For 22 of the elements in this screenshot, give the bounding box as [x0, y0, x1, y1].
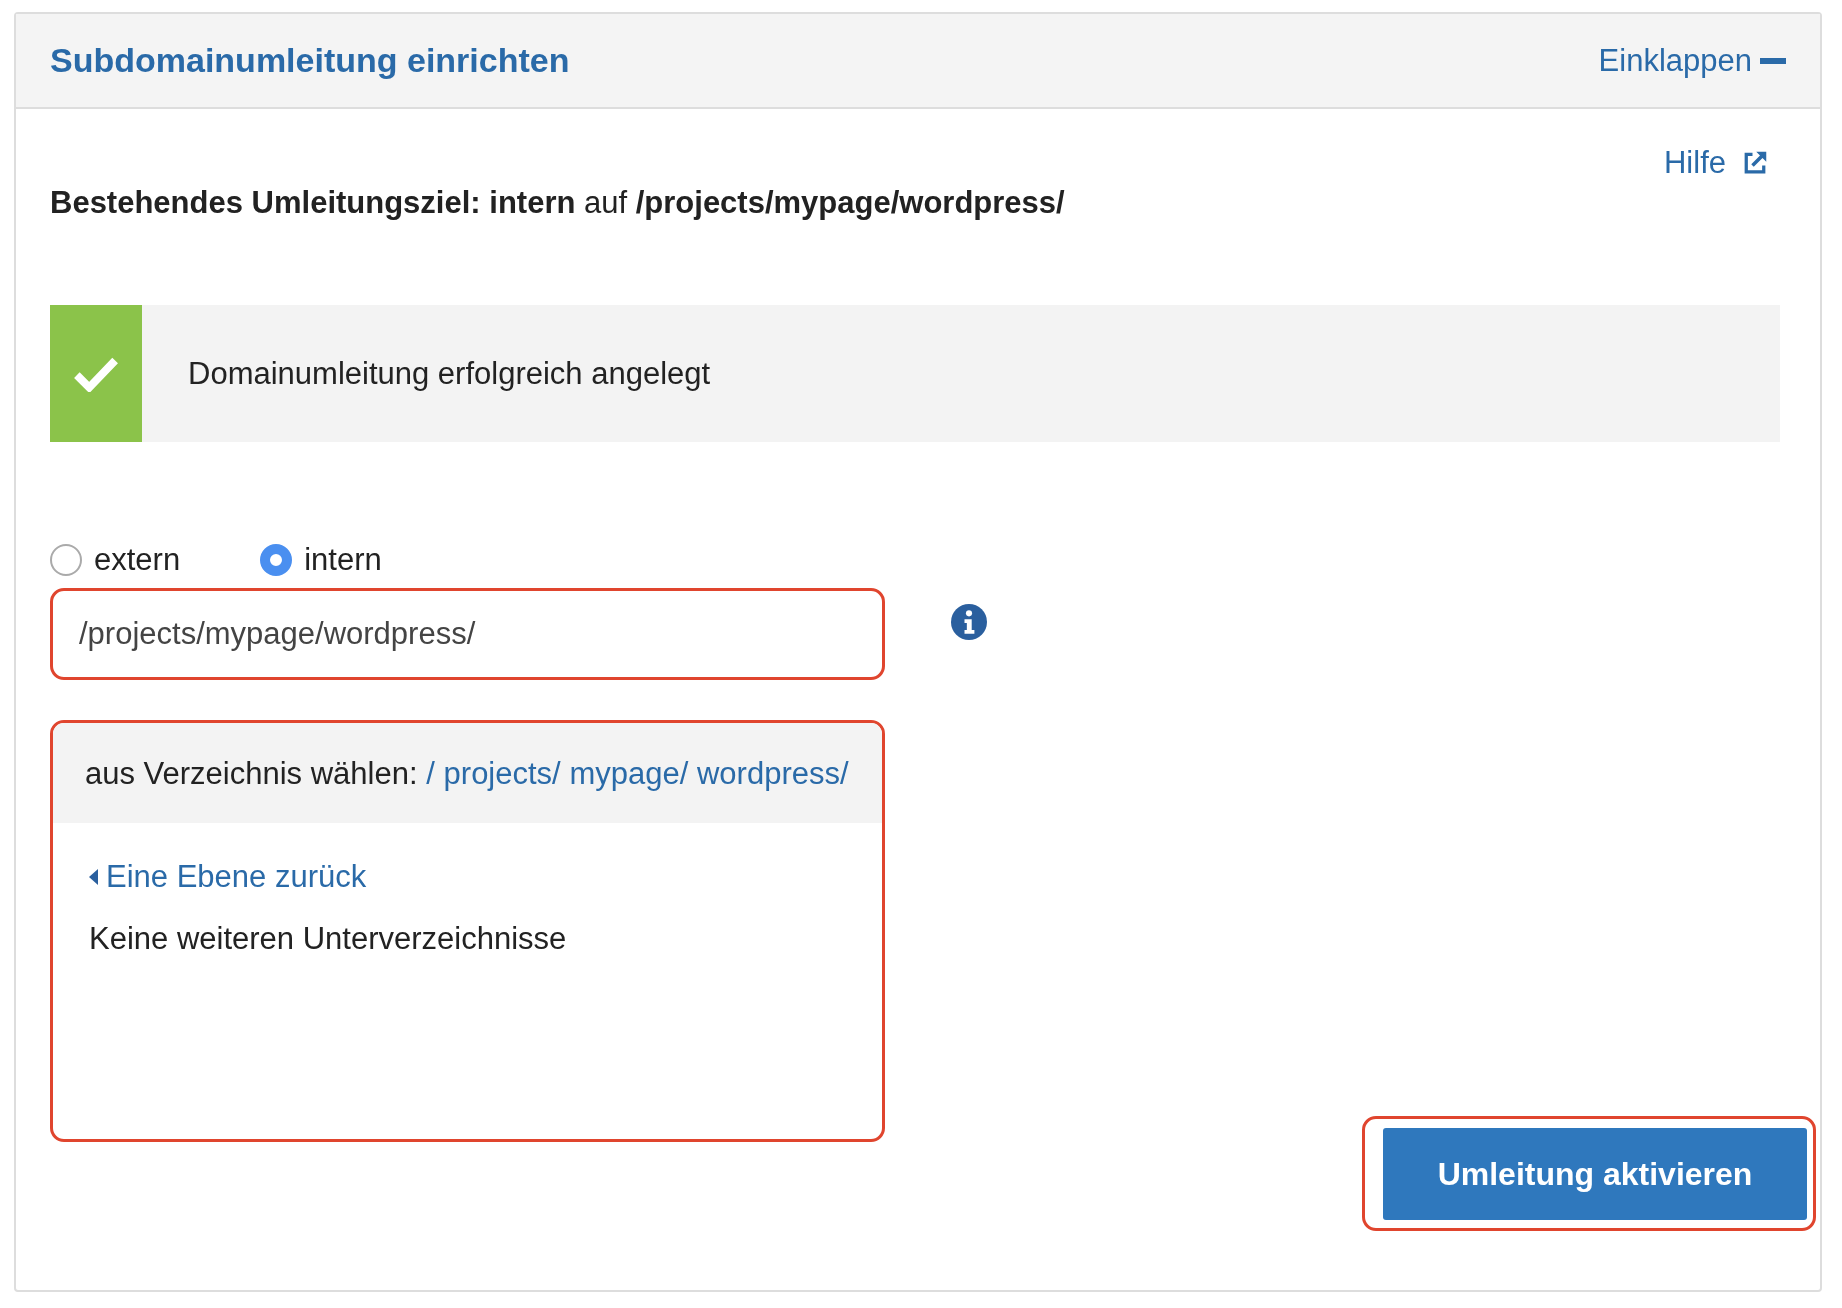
- path-input-field[interactable]: /projects/mypage/wordpress/: [50, 588, 885, 680]
- activate-button[interactable]: Umleitung aktivieren: [1383, 1128, 1807, 1220]
- empty-message: Keine weiteren Unterverzeichnisse: [89, 921, 568, 957]
- panel-title: Subdomainumleitung einrichten: [50, 41, 570, 80]
- minus-icon: [1760, 57, 1786, 64]
- collapse-link[interactable]: Einklappen: [1598, 42, 1786, 79]
- breadcrumb-link[interactable]: /: [426, 756, 435, 791]
- caret-icon: [89, 869, 98, 885]
- info-icon[interactable]: [951, 604, 987, 640]
- radio-option[interactable]: extern: [50, 542, 181, 578]
- alert-message: Domainumleitung erfolgreich angelegt: [188, 355, 711, 392]
- back-link[interactable]: Eine Ebene zurück: [89, 859, 846, 895]
- current-target-text: Bestehendes Umleitungsziel: intern auf /projects/mypage/wordpress/: [50, 185, 1066, 221]
- breadcrumb-link[interactable]: projects/: [443, 756, 561, 791]
- radio-option[interactable]: intern: [260, 542, 382, 578]
- radio-button[interactable]: [260, 544, 293, 576]
- checkmark-icon: [73, 355, 119, 392]
- breadcrumb-link[interactable]: wordpress/: [697, 756, 849, 791]
- breadcrumb-link[interactable]: mypage/: [569, 756, 689, 791]
- directory-label: aus Verzeichnis wählen:: [85, 756, 418, 791]
- help-link[interactable]: Hilfe: [1664, 145, 1770, 181]
- radio-button[interactable]: [50, 544, 82, 576]
